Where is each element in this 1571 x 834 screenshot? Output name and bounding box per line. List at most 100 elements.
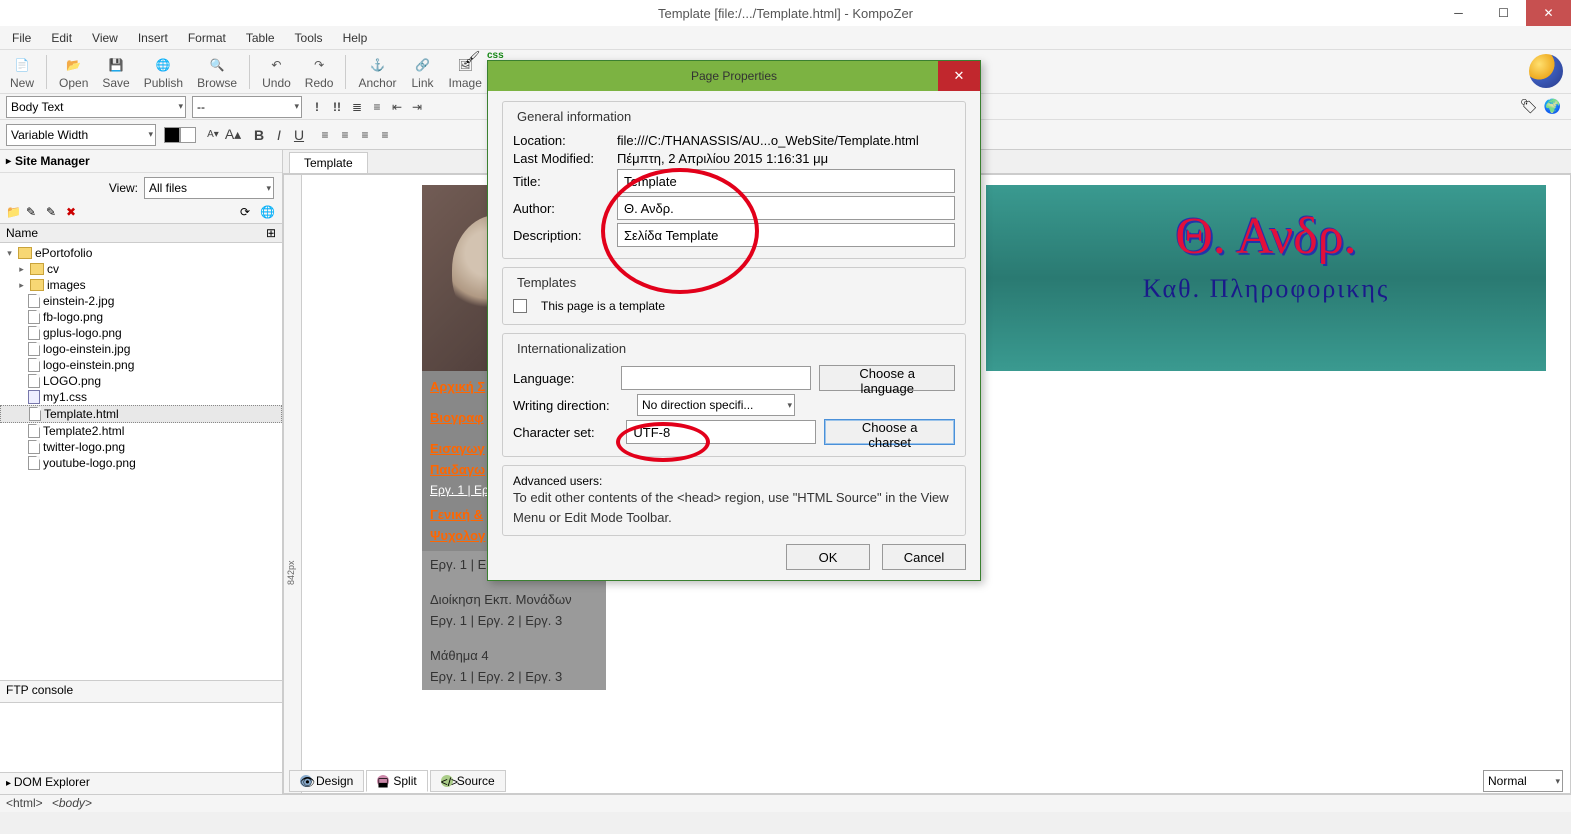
banner-subtitle: Καθ. Πληροφορικης [986, 266, 1546, 304]
number-list-icon[interactable]: ≡ [368, 98, 386, 116]
tree-file[interactable]: einstein-2.jpg [0, 293, 282, 309]
template-checkbox[interactable] [513, 299, 527, 313]
charset-input[interactable] [626, 420, 816, 444]
ftp-console-header[interactable]: FTP console [0, 680, 282, 702]
align-left-icon[interactable]: ≡ [316, 126, 334, 144]
menu-help[interactable]: Help [333, 27, 378, 48]
page-text: Εργ. 1 | Εργ. 2 | Εργ. 3 [422, 669, 606, 690]
location-label: Location: [513, 133, 609, 148]
advanced-group: Advanced users: To edit other contents o… [502, 465, 966, 536]
font-larger-icon[interactable]: A▴ [224, 126, 242, 144]
align-right-icon[interactable]: ≡ [356, 126, 374, 144]
site-new-icon[interactable]: 📁 [6, 205, 22, 221]
paragraph-style-combo[interactable]: Body Text▾ [6, 96, 186, 118]
dialog-close-button[interactable]: ✕ [938, 61, 980, 91]
status-path-html[interactable]: <html> [6, 796, 43, 810]
name-column-header[interactable]: Name⊞ [0, 223, 282, 243]
class-style-combo[interactable]: --▾ [192, 96, 302, 118]
title-input[interactable] [617, 169, 955, 193]
toolbar-undo-button[interactable]: ↶Undo [256, 52, 297, 92]
toolbar-link-button[interactable]: 🔗Link [405, 52, 441, 92]
underline-button[interactable]: U [290, 126, 308, 144]
tree-root[interactable]: ▾ePortofolio [0, 245, 282, 261]
page-nav-sublink[interactable]: Εργ. 1 | Ερ [422, 481, 497, 499]
site-delete-icon[interactable]: ✖ [66, 205, 82, 221]
window-title: Template [file:/.../Template.html] - Kom… [658, 6, 913, 21]
strong-icon[interactable]: !! [328, 98, 346, 116]
tree-file[interactable]: my1.css [0, 389, 282, 405]
view-filter-combo[interactable]: All files▾ [144, 177, 274, 199]
tree-file[interactable]: twitter-logo.png [0, 439, 282, 455]
align-center-icon[interactable]: ≡ [336, 126, 354, 144]
window-maximize-button[interactable]: ☐ [1481, 0, 1526, 26]
choose-charset-button[interactable]: Choose a charset [824, 419, 955, 445]
bold-button[interactable]: B [250, 126, 268, 144]
tree-file[interactable]: gplus-logo.png [0, 325, 282, 341]
site-manager-header[interactable]: Site Manager [0, 150, 282, 173]
description-input[interactable] [617, 223, 955, 247]
indent-icon[interactable]: ⇥ [408, 98, 426, 116]
banner-title: Θ. Ανδρ. [986, 185, 1546, 266]
toolbar-anchor-button[interactable]: ⚓Anchor [352, 52, 402, 92]
document-tab[interactable]: Template [289, 152, 368, 173]
tree-file[interactable]: LOGO.png [0, 373, 282, 389]
tree-folder-cv[interactable]: ▸cv [0, 261, 282, 277]
menu-insert[interactable]: Insert [128, 27, 178, 48]
dom-explorer-header[interactable]: DOM Explorer [0, 772, 282, 794]
dialog-titlebar[interactable]: Page Properties ✕ [488, 61, 980, 91]
toolbar-redo-button[interactable]: ↷Redo [299, 52, 340, 92]
status-path-body[interactable]: <body> [52, 796, 92, 810]
tag-icon[interactable]: 🏷 [1520, 98, 1538, 115]
site-refresh-icon[interactable]: ⟳ [240, 205, 256, 221]
view-tab-design[interactable]: 👁Design [289, 770, 364, 792]
cancel-button[interactable]: Cancel [882, 544, 966, 570]
italic-button[interactable]: I [270, 126, 288, 144]
language-input[interactable] [621, 366, 811, 390]
globe-small-icon[interactable]: 🌍 [1544, 98, 1561, 115]
site-edit-icon[interactable]: ✎ [26, 205, 42, 221]
menu-tools[interactable]: Tools [285, 27, 333, 48]
file-tree[interactable]: ▾ePortofolio ▸cv ▸images einstein-2.jpg … [0, 243, 282, 680]
em-icon[interactable]: ! [308, 98, 326, 116]
tree-file[interactable]: logo-einstein.png [0, 357, 282, 373]
site-globe-icon[interactable]: 🌐 [260, 205, 276, 221]
view-tab-source[interactable]: </>Source [430, 770, 506, 792]
ok-button[interactable]: OK [786, 544, 870, 570]
toolbar-publish-button[interactable]: 🌐Publish [138, 52, 189, 92]
bg-color-button[interactable] [180, 127, 196, 143]
vertical-ruler: 842px [284, 175, 302, 793]
toolbar-new-button[interactable]: 📄New [4, 52, 40, 92]
align-justify-icon[interactable]: ≡ [376, 126, 394, 144]
outdent-icon[interactable]: ⇤ [388, 98, 406, 116]
tree-file[interactable]: fb-logo.png [0, 309, 282, 325]
choose-language-button[interactable]: Choose a language [819, 365, 955, 391]
tree-file[interactable]: logo-einstein.jpg [0, 341, 282, 357]
text-color-button[interactable] [164, 127, 180, 143]
window-minimize-button[interactable]: ─ [1436, 0, 1481, 26]
font-family-combo[interactable]: Variable Width▾ [6, 124, 156, 146]
toolbar-save-button[interactable]: 💾Save [96, 52, 135, 92]
window-close-button[interactable]: ✕ [1526, 0, 1571, 26]
view-mode-combo[interactable]: Normal▾ [1483, 770, 1563, 792]
menu-view[interactable]: View [82, 27, 128, 48]
font-smaller-icon[interactable]: A▾ [204, 126, 222, 144]
title-label: Title: [513, 174, 609, 189]
author-input[interactable] [617, 196, 955, 220]
toolbar-browse-button[interactable]: 🔍Browse [191, 52, 243, 92]
tree-file[interactable]: youtube-logo.png [0, 455, 282, 471]
menu-file[interactable]: File [2, 27, 41, 48]
tree-folder-images[interactable]: ▸images [0, 277, 282, 293]
direction-combo[interactable]: No direction specifi...▾ [637, 394, 795, 416]
menu-format[interactable]: Format [178, 27, 236, 48]
menu-edit[interactable]: Edit [41, 27, 82, 48]
tree-file-selected[interactable]: Template.html [0, 405, 282, 423]
description-label: Description: [513, 228, 609, 243]
direction-label: Writing direction: [513, 398, 629, 413]
site-rename-icon[interactable]: ✎ [46, 205, 62, 221]
toolbar-open-button[interactable]: 📂Open [53, 52, 94, 92]
brush-icon[interactable]: 🖌 [465, 50, 483, 68]
menu-table[interactable]: Table [236, 27, 285, 48]
tree-file[interactable]: Template2.html [0, 423, 282, 439]
view-tab-split[interactable]: ⬓Split [366, 770, 427, 792]
bullet-list-icon[interactable]: ≣ [348, 98, 366, 116]
